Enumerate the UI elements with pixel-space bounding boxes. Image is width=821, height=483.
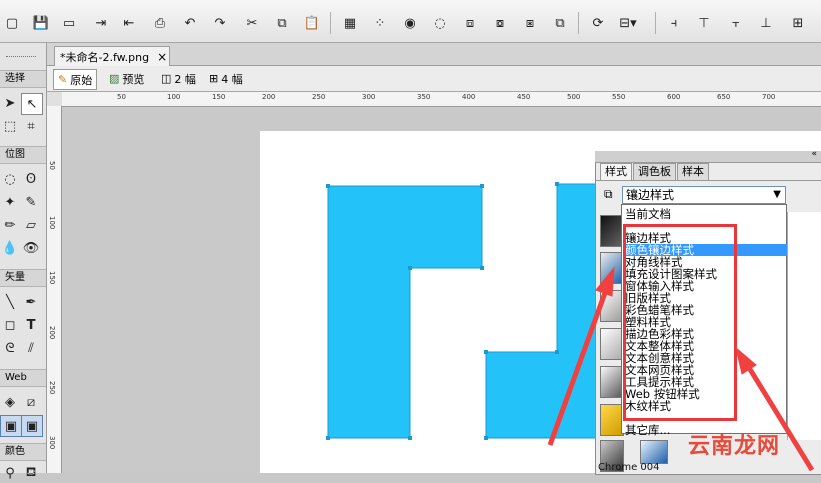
annotation-arrows [547, 266, 815, 472]
arrow-left-head [595, 266, 615, 297]
watermark-text: 云南龙网 [688, 434, 781, 459]
arrow-left-shaft [547, 289, 609, 446]
